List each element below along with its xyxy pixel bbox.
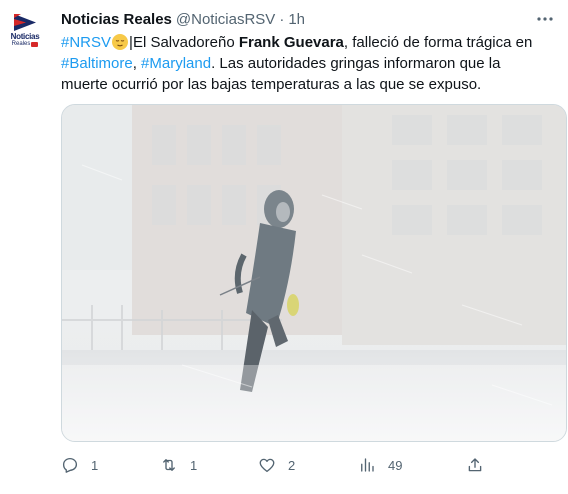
hashtag-maryland[interactable]: #Maryland (141, 55, 211, 72)
tweet-image[interactable] (61, 104, 567, 442)
bold-name: Frank Guevara (238, 34, 344, 51)
snowstorm-photo (62, 105, 566, 441)
views-button[interactable]: 49 (358, 455, 402, 475)
share-icon (468, 458, 482, 472)
tweet[interactable]: Noticias Reales Noticias Reales @Noticia… (0, 0, 568, 494)
reply-count: 1 (91, 457, 99, 473)
hashtag-baltimore[interactable]: #Baltimore (61, 55, 133, 72)
avatar-flag-logo (14, 14, 36, 31)
views-icon (361, 458, 374, 472)
hashtag-nrsv[interactable]: #NRSV (61, 34, 111, 51)
retweet-count: 1 (190, 457, 198, 473)
text-comma: , (132, 55, 142, 72)
share-button[interactable] (466, 455, 484, 475)
separator-dot: · (279, 10, 285, 28)
like-button[interactable]: 2 (258, 455, 295, 475)
user-handle[interactable]: @NoticiasRSV (176, 11, 275, 28)
text-part1: El Salvadoreño (132, 34, 239, 51)
heart-icon (259, 458, 275, 473)
avatar-line2: Reales (12, 41, 39, 48)
avatar-line2-text: Reales (11, 41, 31, 47)
timestamp[interactable]: 1h (288, 11, 305, 28)
avatar-line1: Noticias (10, 32, 40, 41)
live-badge (31, 42, 39, 47)
text-part2: , falleció de forma trágica en (343, 34, 533, 51)
more-button[interactable] (535, 9, 555, 29)
display-name[interactable]: Noticias Reales (61, 11, 172, 28)
reply-button[interactable]: 1 (61, 455, 98, 475)
retweet-button[interactable]: 1 (160, 455, 197, 475)
reply-icon (62, 457, 78, 473)
views-count: 49 (388, 457, 403, 473)
action-bar: 1 1 2 49 (61, 455, 531, 475)
avatar[interactable]: Noticias Reales (3, 12, 47, 56)
like-count: 2 (288, 457, 296, 473)
tweet-header: Noticias Reales @NoticiasRSV · 1h (61, 9, 305, 29)
retweet-icon (163, 459, 175, 471)
more-dots-icon (537, 17, 553, 21)
relieved-face-icon (112, 34, 129, 50)
tweet-text: #NRSV |El Salvadoreño Frank Guevara, fall… (61, 32, 551, 95)
